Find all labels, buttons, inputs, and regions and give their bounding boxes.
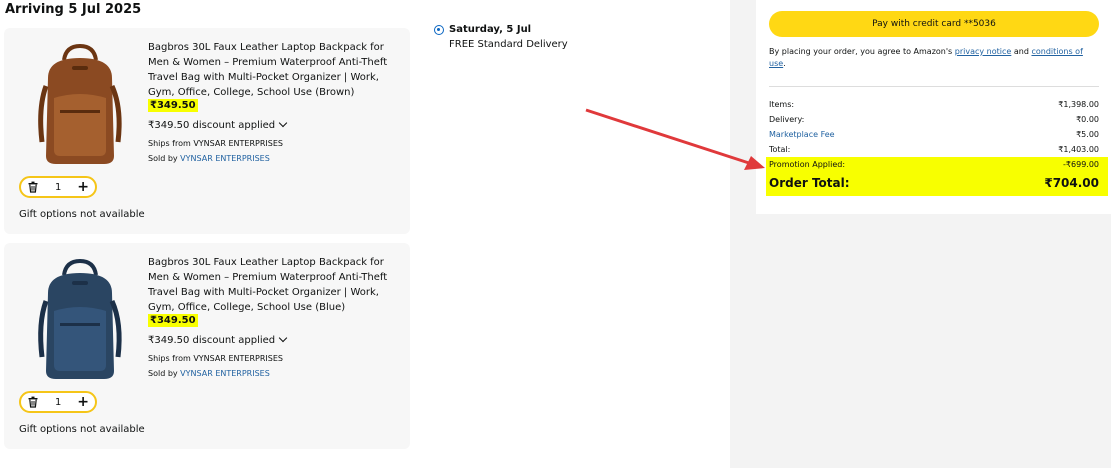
discount-dropdown[interactable]: ₹349.50 discount applied [148, 333, 288, 346]
discount-text: ₹349.50 discount applied [148, 335, 276, 346]
trash-icon[interactable] [27, 396, 39, 408]
seller-link[interactable]: VYNSAR ENTERPRISES [180, 154, 270, 163]
sold-by: Sold by VYNSAR ENTERPRISES [148, 369, 270, 378]
seller-link[interactable]: VYNSAR ENTERPRISES [180, 369, 270, 378]
order-total-value: ₹704.00 [1044, 176, 1099, 190]
discount-dropdown[interactable]: ₹349.50 discount applied [148, 118, 288, 131]
product-image-brown-backpack[interactable] [24, 38, 136, 170]
plus-icon[interactable]: + [77, 395, 89, 409]
product-title[interactable]: Bagbros 30L Faux Leather Laptop Backpack… [148, 255, 400, 315]
privacy-notice-link[interactable]: privacy notice [955, 47, 1012, 56]
consent-and: and [1011, 47, 1032, 56]
quantity-stepper: 1 + [19, 176, 97, 198]
ships-from: Ships from VYNSAR ENTERPRISES [148, 139, 283, 148]
arriving-heading: Arriving 5 Jul 2025 [5, 2, 142, 17]
summary-row-marketplace-fee: Marketplace Fee ₹5.00 [769, 130, 1099, 139]
gift-options: Gift options not available [19, 209, 145, 220]
summary-row-delivery: Delivery: ₹0.00 [769, 115, 1099, 124]
order-total-row: Order Total: ₹704.00 [769, 176, 1099, 190]
summary-divider [769, 86, 1099, 87]
product-image-blue-backpack[interactable] [24, 253, 136, 385]
row-label: Promotion Applied: [769, 160, 846, 169]
delivery-day: Saturday, 5 Jul [449, 24, 532, 35]
chevron-down-icon [278, 333, 288, 343]
product-price: ₹349.50 [148, 314, 198, 327]
row-value: ₹1,398.00 [1058, 100, 1099, 109]
row-value: ₹0.00 [1076, 115, 1099, 124]
delivery-type: FREE Standard Delivery [449, 39, 568, 50]
row-value: ₹5.00 [1076, 130, 1099, 139]
chevron-down-icon [278, 118, 288, 128]
order-total-label: Order Total: [769, 176, 850, 190]
summary-row-promotion: Promotion Applied: -₹699.00 [769, 160, 1099, 169]
consent-prefix: By placing your order, you agree to Amaz… [769, 47, 955, 56]
gift-options: Gift options not available [19, 424, 145, 435]
row-label: Items: [769, 100, 795, 109]
summary-row-items: Items: ₹1,398.00 [769, 100, 1099, 109]
sold-by-label: Sold by [148, 154, 181, 163]
delivery-radio[interactable] [434, 25, 444, 35]
pay-button[interactable]: Pay with credit card **5036 [769, 11, 1099, 37]
cart-item-blue: Bagbros 30L Faux Leather Laptop Backpack… [4, 243, 410, 449]
row-label: Total: [769, 145, 791, 154]
order-summary-panel: Pay with credit card **5036 By placing y… [730, 0, 1111, 468]
consent-suffix: . [783, 59, 786, 68]
cart-item-brown: Bagbros 30L Faux Leather Laptop Backpack… [4, 28, 410, 234]
product-title[interactable]: Bagbros 30L Faux Leather Laptop Backpack… [148, 40, 400, 100]
plus-icon[interactable]: + [77, 180, 89, 194]
quantity-value: 1 [54, 396, 62, 408]
items-panel: Arriving 5 Jul 2025 Bagbros 30L Faux Lea… [0, 0, 730, 468]
ships-from: Ships from VYNSAR ENTERPRISES [148, 354, 283, 363]
trash-icon[interactable] [27, 181, 39, 193]
row-value: -₹699.00 [1063, 160, 1099, 169]
row-label: Delivery: [769, 115, 805, 124]
marketplace-fee-link[interactable]: Marketplace Fee [769, 130, 835, 139]
quantity-stepper: 1 + [19, 391, 97, 413]
consent-text: By placing your order, you agree to Amaz… [769, 46, 1099, 70]
order-summary-box: Pay with credit card **5036 By placing y… [756, 0, 1111, 214]
sold-by: Sold by VYNSAR ENTERPRISES [148, 154, 270, 163]
product-price: ₹349.50 [148, 99, 198, 112]
quantity-value: 1 [54, 181, 62, 193]
summary-row-total: Total: ₹1,403.00 [769, 145, 1099, 154]
discount-text: ₹349.50 discount applied [148, 120, 276, 131]
row-value: ₹1,403.00 [1058, 145, 1099, 154]
sold-by-label: Sold by [148, 369, 181, 378]
